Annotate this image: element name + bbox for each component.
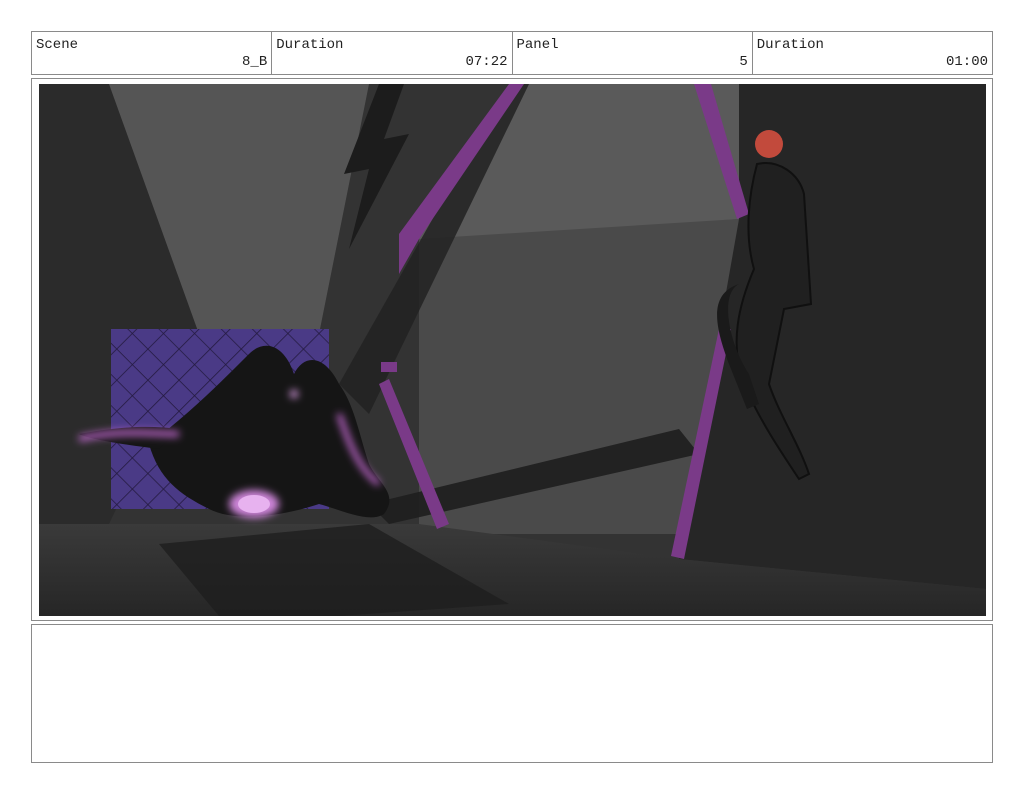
- storyboard-header: Scene 8_B Duration 07:22 Panel 5 Duratio…: [31, 31, 993, 75]
- panel-label: Panel: [516, 37, 559, 53]
- pillar-left-notch: [381, 362, 397, 372]
- notes-box: [31, 624, 993, 763]
- scene-value: 8_B: [242, 54, 268, 70]
- scene-cell: Scene 8_B: [32, 32, 273, 74]
- glow-orb: [238, 495, 270, 513]
- panel-duration-value: 01:00: [945, 54, 988, 70]
- scene-duration-cell: Duration 07:22: [272, 32, 513, 74]
- panel-duration-label: Duration: [756, 37, 824, 53]
- panel-cell: Panel 5: [513, 32, 753, 74]
- panel-value: 5: [739, 54, 748, 70]
- panel-duration-cell: Duration 01:00: [753, 32, 992, 74]
- figure-head: [755, 130, 783, 158]
- panel-frame: [31, 78, 993, 621]
- scene-label: Scene: [36, 37, 79, 53]
- scene-duration-label: Duration: [276, 37, 344, 53]
- scene-duration-value: 07:22: [465, 54, 508, 70]
- storyboard-artwork: [39, 84, 986, 616]
